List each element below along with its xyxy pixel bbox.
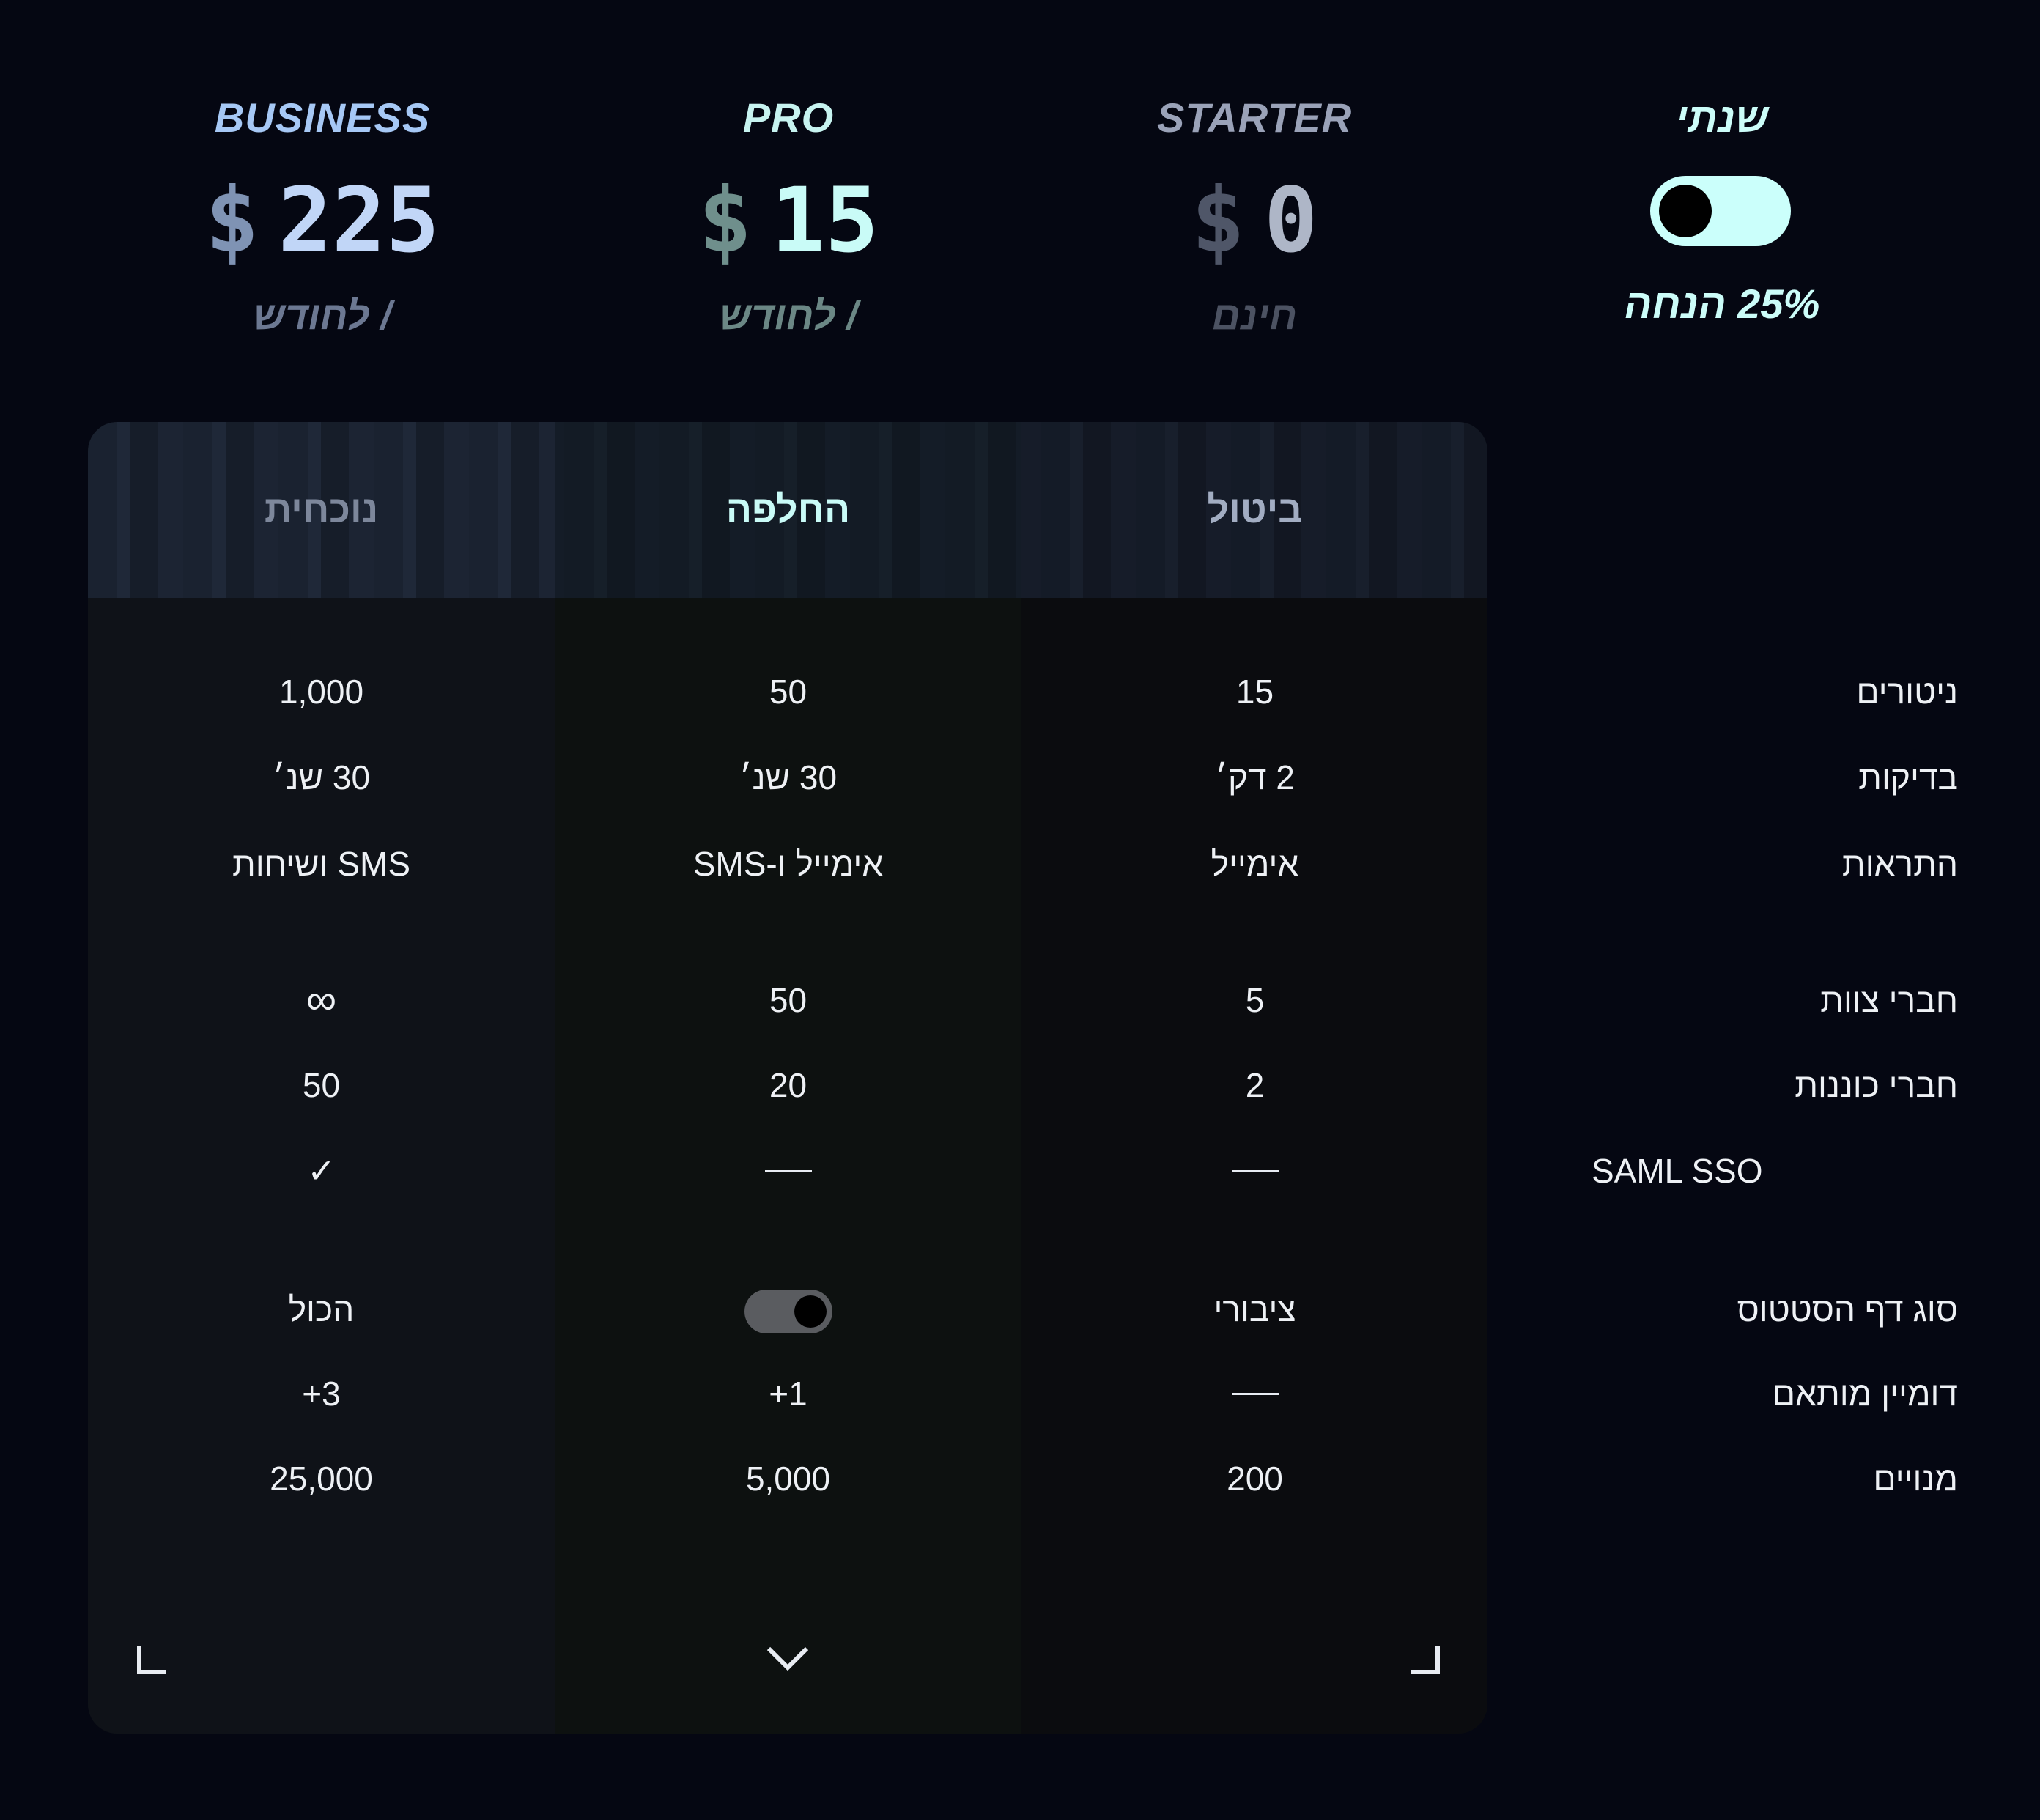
feature-label: חברי כוננות xyxy=(1795,1066,1958,1104)
feature-label: סוג דף הסטטוס xyxy=(1737,1290,1958,1328)
cell-starter: אימייל xyxy=(1211,845,1299,883)
annual-billing-label: שנתי xyxy=(1675,95,1769,141)
cell-pro: אימייל ו-SMS xyxy=(692,845,884,883)
feature-label: בדיקות xyxy=(1858,758,1958,796)
switch-plan-button[interactable]: החלפה xyxy=(555,422,1021,598)
plan-name-starter: STARTER xyxy=(1156,95,1353,141)
feature-label: דומיין מותאם xyxy=(1772,1375,1958,1413)
price-amount: 0 xyxy=(1264,169,1318,273)
plan-price-starter: $0 xyxy=(1020,166,1489,275)
currency-symbol: $ xyxy=(205,169,259,273)
plan-name-pro: PRO xyxy=(742,95,835,141)
cell-pro: 50 xyxy=(769,981,808,1019)
annual-discount-label: 25% הנחה xyxy=(1624,281,1820,327)
cell-business: SMS ושיחות xyxy=(232,845,411,883)
cell-starter: — xyxy=(1021,1372,1488,1416)
status-page-toggle[interactable] xyxy=(744,1290,832,1333)
currency-symbol: $ xyxy=(1191,169,1245,273)
cell-starter: — xyxy=(1021,1149,1488,1193)
cell-business: ∞ xyxy=(306,976,337,1024)
dash-icon xyxy=(1231,1169,1279,1172)
cell-business: 30 שנ׳ xyxy=(272,758,371,796)
cell-pro: +1 xyxy=(769,1375,808,1413)
dash-icon xyxy=(764,1169,812,1172)
plan-price-pro: $15 xyxy=(554,166,1023,275)
current-plan-button[interactable]: נוכחית xyxy=(88,422,555,598)
cell-pro: 5,000 xyxy=(745,1460,831,1498)
cancel-plan-button[interactable]: ביטול xyxy=(1021,422,1488,598)
cell-starter: 200 xyxy=(1227,1460,1283,1498)
cell-business: +3 xyxy=(302,1375,341,1413)
dash-icon xyxy=(1231,1392,1279,1395)
feature-label: ניטורים xyxy=(1856,673,1958,711)
toggle-knob xyxy=(794,1295,827,1328)
cell-pro: — xyxy=(555,1149,1021,1193)
plan-period-pro: / לחודש xyxy=(719,294,858,338)
cell-starter: 15 xyxy=(1235,673,1274,711)
check-icon: ✓ xyxy=(307,1152,336,1190)
plan-price-business: $225 xyxy=(88,166,557,275)
cell-starter: 2 xyxy=(1245,1066,1265,1104)
plan-period-starter: חינם xyxy=(1211,294,1298,338)
feature-label: SAML SSO xyxy=(1592,1152,1763,1190)
cell-starter: ציבורי xyxy=(1213,1290,1296,1328)
cell-business: הכול xyxy=(288,1290,355,1328)
corner-bottom-right-icon[interactable] xyxy=(1408,1643,1441,1675)
cell-pro: 30 שנ׳ xyxy=(739,758,838,796)
feature-label: התראות xyxy=(1841,845,1958,883)
cell-business: 1,000 xyxy=(278,673,364,711)
price-amount: 225 xyxy=(278,169,440,273)
annual-billing-toggle[interactable] xyxy=(1650,176,1791,246)
price-amount: 15 xyxy=(771,169,879,273)
feature-label: מנויים xyxy=(1873,1460,1958,1498)
cell-pro: 50 xyxy=(769,673,808,711)
cell-business: 50 xyxy=(302,1066,341,1104)
corner-bottom-left-icon[interactable] xyxy=(136,1643,169,1675)
cell-business: 25,000 xyxy=(270,1460,373,1498)
plan-name-business: BUSINESS xyxy=(214,95,431,141)
cell-pro: 20 xyxy=(769,1066,808,1104)
chevron-down-icon[interactable] xyxy=(765,1644,810,1673)
plan-period-business: / לחודש xyxy=(253,294,392,338)
currency-symbol: $ xyxy=(698,169,753,273)
cell-starter: 5 xyxy=(1245,981,1265,1019)
feature-label: חברי צוות xyxy=(1820,981,1958,1019)
toggle-knob xyxy=(1659,185,1712,237)
cell-starter: 2 דק׳ xyxy=(1215,758,1295,796)
